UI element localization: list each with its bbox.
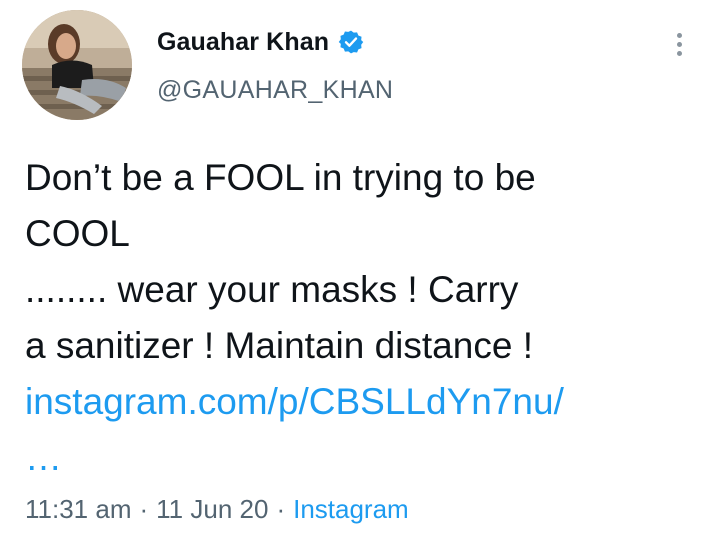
more-vertical-icon-dot — [676, 50, 682, 56]
display-name[interactable]: Gauahar Khan — [157, 28, 329, 57]
avatar-photo — [22, 10, 132, 120]
more-vertical-icon-dot — [676, 41, 682, 47]
tweet-link-ellipsis[interactable]: … — [25, 430, 695, 486]
tweet-time[interactable]: 11:31 am — [25, 494, 131, 525]
tweet-link[interactable]: instagram.com/p/CBSLLdYn7nu/ — [25, 374, 695, 430]
tweet-text-line: Don’t be a FOOL in trying to be — [25, 157, 536, 198]
tweet-date[interactable]: 11 Jun 20 — [156, 494, 268, 525]
avatar[interactable] — [22, 10, 132, 120]
more-vertical-icon — [676, 32, 682, 38]
meta-separator: · — [139, 494, 149, 524]
more-options-button[interactable] — [668, 26, 690, 62]
meta-separator: · — [276, 494, 286, 524]
tweet-text-line: COOL — [25, 213, 130, 254]
tweet-text-line: ........ wear your masks ! Carry — [25, 269, 519, 310]
tweet: Gauahar Khan @GAUAHAR_KHAN Don’t be a FO… — [0, 0, 713, 540]
tweet-text-line: a sanitizer ! Maintain distance ! — [25, 325, 533, 366]
tweet-meta: 11:31 am · 11 Jun 20 · Instagram — [25, 494, 409, 525]
tweet-source[interactable]: Instagram — [293, 494, 409, 525]
tweet-text: Don’t be a FOOL in trying to be COOL ...… — [25, 150, 695, 486]
verified-badge-icon — [338, 29, 364, 55]
display-name-row: Gauahar Khan — [157, 26, 364, 58]
user-handle[interactable]: @GAUAHAR_KHAN — [157, 76, 393, 105]
